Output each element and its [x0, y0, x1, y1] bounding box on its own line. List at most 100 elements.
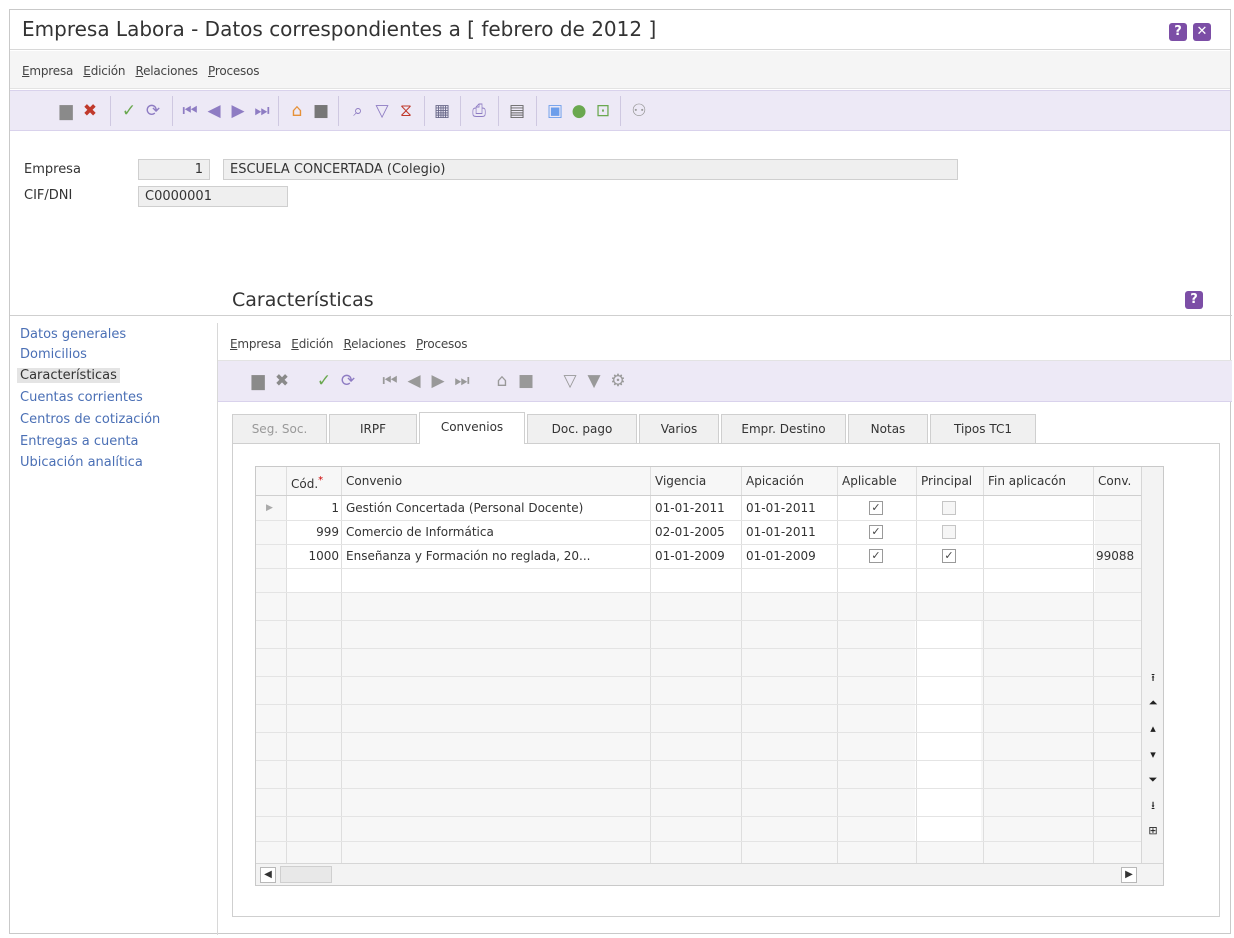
- principal-checkbox[interactable]: [942, 501, 956, 515]
- users-icon[interactable]: ⚇: [627, 97, 651, 125]
- table-cell-convenio[interactable]: Enseñanza y Formación no reglada, 20...: [346, 544, 650, 568]
- scroll-thumb[interactable]: [280, 866, 332, 883]
- search-icon[interactable]: ⌕: [346, 97, 370, 125]
- refresh-icon[interactable]: ⟳: [141, 97, 165, 125]
- home-icon[interactable]: ⌂: [490, 367, 514, 395]
- table-cell-cod[interactable]: 1: [287, 496, 339, 520]
- table-cell-aplicacion[interactable]: 01-01-2011: [746, 496, 836, 520]
- first-record-icon[interactable]: ⏮: [378, 367, 402, 395]
- table-cell-fin-aplicacion[interactable]: [987, 520, 1092, 544]
- nav-item-ubicacion-analitica[interactable]: Ubicación analítica: [20, 455, 143, 470]
- menu-procesos[interactable]: Procesos: [208, 64, 259, 78]
- nav-item-caracteristicas[interactable]: Características: [17, 368, 120, 383]
- empresa-name-field[interactable]: ESCUELA CONCERTADA (Colegio): [223, 159, 958, 180]
- table-cell-conv[interactable]: [1096, 496, 1142, 520]
- table-cell-aplicacion[interactable]: 01-01-2009: [746, 544, 836, 568]
- tab-doc-pago[interactable]: Doc. pago: [527, 414, 637, 444]
- tab-varios[interactable]: Varios: [639, 414, 719, 444]
- nav-item-domicilios[interactable]: Domicilios: [20, 347, 87, 362]
- last-record-icon[interactable]: ⏭: [250, 97, 274, 125]
- col-header-convenio[interactable]: Convenio: [342, 467, 402, 495]
- table-cell-convenio[interactable]: Gestión Concertada (Personal Docente): [346, 496, 650, 520]
- user-icon[interactable]: ●: [567, 97, 591, 125]
- principal-checkbox[interactable]: [942, 525, 956, 539]
- principal-checkbox[interactable]: ✓: [942, 549, 956, 563]
- section-menu-empresa[interactable]: Empresa: [230, 337, 281, 351]
- export-icon[interactable]: ⊡: [591, 97, 615, 125]
- aplicable-checkbox[interactable]: ✓: [869, 549, 883, 563]
- section-menu-relaciones[interactable]: Relaciones: [343, 337, 406, 351]
- tab-notas[interactable]: Notas: [848, 414, 928, 444]
- gear-icon[interactable]: ⚙: [606, 367, 630, 395]
- scroll-page-up-icon[interactable]: ⏶: [1145, 695, 1161, 711]
- col-header-conv[interactable]: Conv.: [1094, 467, 1131, 495]
- home-icon[interactable]: ⌂: [285, 97, 309, 125]
- last-record-icon[interactable]: ⏭: [450, 367, 474, 395]
- print-icon[interactable]: ⎙: [467, 97, 491, 125]
- new-document-icon[interactable]: ▆: [54, 97, 78, 125]
- table-cell-conv[interactable]: 99088: [1096, 544, 1142, 568]
- delete-icon[interactable]: ✖: [270, 367, 294, 395]
- scroll-left-icon[interactable]: ◀: [260, 867, 276, 883]
- report-icon[interactable]: ▤: [505, 97, 529, 125]
- calculator-icon[interactable]: ▦: [430, 97, 454, 125]
- nav-item-entregas-cuenta[interactable]: Entregas a cuenta: [20, 434, 139, 449]
- nav-item-centros-cotizacion[interactable]: Centros de cotización: [20, 412, 160, 427]
- empresa-code-field[interactable]: 1: [138, 159, 210, 180]
- scroll-last-icon[interactable]: ⭳: [1145, 798, 1161, 814]
- stop-icon[interactable]: ■: [309, 97, 333, 125]
- tab-irpf[interactable]: IRPF: [329, 414, 417, 444]
- filter-icon[interactable]: ▽: [370, 97, 394, 125]
- new-document-icon[interactable]: ▆: [246, 367, 270, 395]
- menu-relaciones[interactable]: Relaciones: [135, 64, 198, 78]
- clear-filter-icon[interactable]: ⧖: [394, 97, 418, 125]
- table-cell-vigencia[interactable]: 01-01-2011: [655, 496, 741, 520]
- table-cell-vigencia[interactable]: 01-01-2009: [655, 544, 741, 568]
- section-menu-procesos[interactable]: Procesos: [416, 337, 467, 351]
- col-header-vigencia[interactable]: Vigencia: [651, 467, 706, 495]
- tab-tipos-tc1[interactable]: Tipos TC1: [930, 414, 1036, 444]
- menu-edicion[interactable]: Edición: [83, 64, 125, 78]
- section-menu-edicion[interactable]: Edición: [291, 337, 333, 351]
- col-header-principal[interactable]: Principal: [917, 467, 972, 495]
- previous-record-icon[interactable]: ◀: [202, 97, 226, 125]
- first-record-icon[interactable]: ⏮: [178, 97, 202, 125]
- tab-seg-soc[interactable]: Seg. Soc.: [232, 414, 327, 444]
- help-button[interactable]: ?: [1169, 23, 1187, 41]
- next-record-icon[interactable]: ▶: [226, 97, 250, 125]
- expand-icon[interactable]: ⊞: [1145, 823, 1161, 839]
- col-header-cod[interactable]: Cód.*: [287, 467, 342, 495]
- col-header-aplicacion[interactable]: Apicación: [742, 467, 804, 495]
- scroll-first-icon[interactable]: ⭱: [1145, 670, 1161, 686]
- table-cell-fin-aplicacion[interactable]: [987, 544, 1092, 568]
- cif-field[interactable]: C0000001: [138, 186, 288, 207]
- table-cell-vigencia[interactable]: 02-01-2005: [655, 520, 741, 544]
- table-cell-conv[interactable]: [1096, 520, 1142, 544]
- check-icon[interactable]: ✓: [117, 97, 141, 125]
- refresh-icon[interactable]: ⟳: [336, 367, 360, 395]
- previous-record-icon[interactable]: ◀: [402, 367, 426, 395]
- tab-convenios[interactable]: Convenios: [419, 412, 525, 444]
- menu-empresa[interactable]: Empresa: [22, 64, 73, 78]
- scroll-up-icon[interactable]: ▴: [1145, 721, 1161, 737]
- next-record-icon[interactable]: ▶: [426, 367, 450, 395]
- table-cell-convenio[interactable]: Comercio de Informática: [346, 520, 650, 544]
- col-header-fin-aplicacion[interactable]: Fin aplicacón: [984, 467, 1066, 495]
- check-icon[interactable]: ✓: [312, 367, 336, 395]
- table-cell-aplicacion[interactable]: 01-01-2011: [746, 520, 836, 544]
- scroll-down-icon[interactable]: ▾: [1145, 747, 1161, 763]
- section-help-button[interactable]: ?: [1185, 291, 1203, 309]
- nav-item-cuentas-corrientes[interactable]: Cuentas corrientes: [20, 390, 143, 405]
- aplicable-checkbox[interactable]: ✓: [869, 525, 883, 539]
- stop-icon[interactable]: ■: [514, 367, 538, 395]
- vertical-scrollbar[interactable]: ⭱ ⏶ ▴ ▾ ⏷ ⭳ ⊞: [1141, 467, 1163, 885]
- col-header-aplicable[interactable]: Aplicable: [838, 467, 897, 495]
- close-button[interactable]: ✕: [1193, 23, 1211, 41]
- scroll-right-icon[interactable]: ▶: [1121, 867, 1137, 883]
- tab-empr-destino[interactable]: Empr. Destino: [721, 414, 846, 444]
- table-cell-fin-aplicacion[interactable]: [987, 496, 1092, 520]
- filter-icon[interactable]: ▽: [558, 367, 582, 395]
- delete-icon[interactable]: ✖: [78, 97, 102, 125]
- contacts-icon[interactable]: ▣: [543, 97, 567, 125]
- nav-item-datos-generales[interactable]: Datos generales: [20, 327, 126, 342]
